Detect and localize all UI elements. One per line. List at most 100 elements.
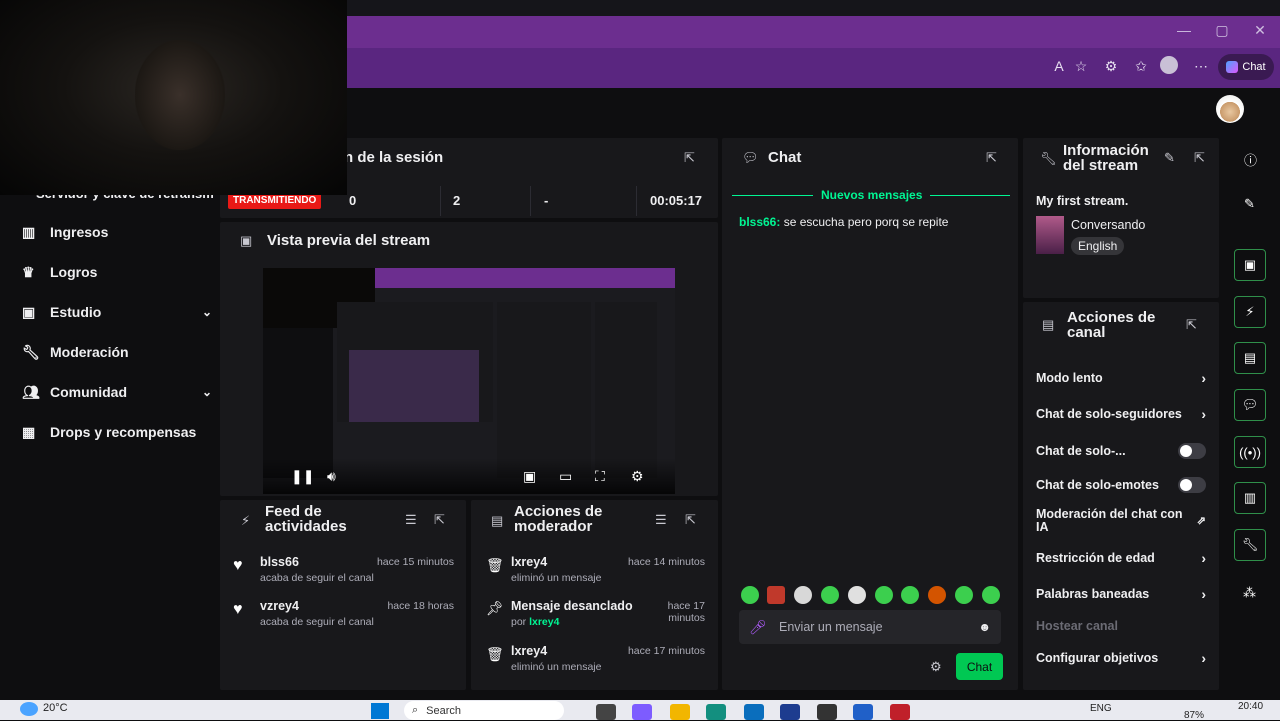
action-host-channel: Hostear canal [1036,615,1206,637]
mod-item-title[interactable]: lxrey4 [511,555,547,569]
subs-only-toggle[interactable] [1178,443,1206,459]
chat-input-placeholder: Enviar un mensaje [779,620,883,634]
clock[interactable]: 20:40 [1238,701,1263,712]
category-name[interactable]: Conversando [1071,218,1145,232]
copilot-chat-button[interactable]: Chat [1218,54,1274,80]
store-icon[interactable] [744,704,764,720]
chat-rail-button[interactable]: 💬︎ [1234,389,1266,421]
chat-settings-gear-icon[interactable]: ⚙ [930,659,942,675]
microphone-icon[interactable]: 🎤︎ [749,619,779,636]
volume-icon[interactable]: 🔊︎ [327,468,336,485]
edit-icon[interactable]: ✎ [1244,196,1255,212]
minimize-icon[interactable]: — [1170,22,1198,42]
favorite-star-icon[interactable]: ☆ [1070,58,1092,78]
b-app-icon[interactable] [780,704,800,720]
emotes-only-toggle[interactable] [1178,477,1206,493]
weather-icon[interactable] [20,702,38,716]
settings-gear-icon[interactable]: ⚙ [631,468,644,485]
mod-item-title: Mensaje desanclado [511,599,633,613]
sidebar-item-ingresos[interactable]: ▥ Ingresos [22,220,212,244]
popout-icon[interactable]: ⇱ [1194,150,1205,166]
emote-icon[interactable] [901,586,919,604]
layout-button[interactable]: ▥ [1234,482,1266,514]
chat-send-button[interactable]: Chat [956,653,1003,680]
title-line: Acciones de [514,503,603,520]
emote-icon[interactable] [928,586,946,604]
feed-user[interactable]: blss66 [260,555,299,569]
mod-user-link[interactable]: lxrey4 [529,616,559,628]
file-explorer-icon[interactable] [670,704,690,720]
mod-item-title[interactable]: lxrey4 [511,644,547,658]
read-aloud-icon[interactable]: A [1048,58,1070,78]
user-avatar[interactable] [1216,95,1244,123]
quick-action-button[interactable]: ⚡︎ [1234,296,1266,328]
stream-info-title: Información del stream [1063,143,1149,173]
task-view-icon[interactable] [596,704,616,720]
chat-input[interactable]: 🎤︎ Enviar un mensaje ☻ [739,610,1001,644]
emote-icon[interactable] [794,586,812,604]
maximize-icon[interactable]: ▢ [1208,22,1236,42]
theatre-icon[interactable]: ▭ [559,468,572,485]
emote-icon[interactable] [741,586,759,604]
broadcast-button[interactable]: ((•)) [1234,436,1266,468]
sidebar-item-logros[interactable]: ♛ Logros [22,260,212,284]
popout-icon[interactable]: ⇱ [434,512,445,528]
edge-icon[interactable] [706,704,726,720]
popout-icon[interactable]: ⇱ [1186,317,1197,333]
popout-icon[interactable]: ⇱ [986,150,997,166]
chevron-right-icon: › [1201,550,1206,566]
emote-icon[interactable] [982,586,1000,604]
favorites-icon[interactable]: ✩ [1130,58,1152,78]
action-followers-only[interactable]: Chat de solo-seguidores › [1036,403,1206,425]
sidebar-item-drops[interactable]: ▦ Drops y recompensas [22,420,212,444]
sidebar-item-label: Ingresos [50,224,109,240]
stream-preview-video[interactable]: ❚❚ 🔊︎ ▣ ▭ ⛶ ⚙ [263,268,675,494]
dropbox-icon[interactable] [817,704,837,720]
sidebar-item-estudio[interactable]: ▣ Estudio ⌄ [22,300,212,324]
action-age-restriction[interactable]: Restricción de edad › [1036,547,1206,569]
feed-user[interactable]: vzrey4 [260,599,299,613]
pause-icon[interactable]: ❚❚ [291,468,314,485]
pip-icon[interactable]: ▣ [523,468,536,485]
windows-start-icon[interactable] [371,703,389,719]
sidebar-item-label: Logros [50,264,98,280]
action-slow-mode[interactable]: Modo lento › [1036,367,1206,389]
popout-icon[interactable]: ⇱ [684,150,695,166]
more-options-icon[interactable]: ⋯ [1190,58,1212,78]
info-icon[interactable]: ⓘ [1244,150,1257,169]
pencil-icon[interactable]: ✎ [1164,150,1175,166]
chevron-right-icon: › [1201,370,1206,386]
filter-icon[interactable]: ☰ [405,512,417,528]
tools-button[interactable]: 🔧︎ [1234,529,1266,561]
clip-button[interactable]: ▣ [1234,249,1266,281]
sidebar-item-comunidad[interactable]: 👥︎ Comunidad ⌄ [22,380,212,404]
lightning-icon: ⚡︎ [241,513,251,528]
action-banned-words[interactable]: Palabras baneadas › [1036,583,1206,605]
emote-icon[interactable] [821,586,839,604]
language-indicator[interactable]: ENG [1090,703,1112,714]
emote-icon[interactable] [767,586,785,604]
stat-viewers: 0 [349,192,357,208]
unpin-icon: 📌︎ [486,600,504,616]
emote-icon[interactable] [955,586,973,604]
app-icon[interactable] [853,704,873,720]
action-ai-moderation[interactable]: Moderación del chat con IA ⇗ [1036,508,1206,536]
emote-icon[interactable] [848,586,866,604]
extensions-icon[interactable]: ⁂ [1243,585,1256,601]
obs-icon[interactable] [890,704,910,720]
language-tag[interactable]: English [1071,237,1125,255]
action-goals[interactable]: Configurar objetivos › [1036,647,1206,669]
fullscreen-icon[interactable]: ⛶ [595,468,605,485]
extensions-icon[interactable]: ⚙ [1100,58,1122,78]
taskbar-search[interactable]: ⌕ Search [404,701,564,720]
copilot-taskbar-icon[interactable] [632,704,652,720]
notes-button[interactable]: ▤ [1234,342,1266,374]
sidebar-item-moderacion[interactable]: 🔧︎ Moderación [22,340,212,364]
profile-icon[interactable] [1158,56,1180,76]
emote-icon[interactable] [875,586,893,604]
emoji-icon[interactable]: ☻ [978,620,991,634]
popout-icon[interactable]: ⇱ [685,512,696,528]
filter-icon[interactable]: ☰ [655,512,667,528]
close-window-icon[interactable]: ✕ [1246,22,1274,42]
chat-username[interactable]: blss66: [739,215,780,229]
